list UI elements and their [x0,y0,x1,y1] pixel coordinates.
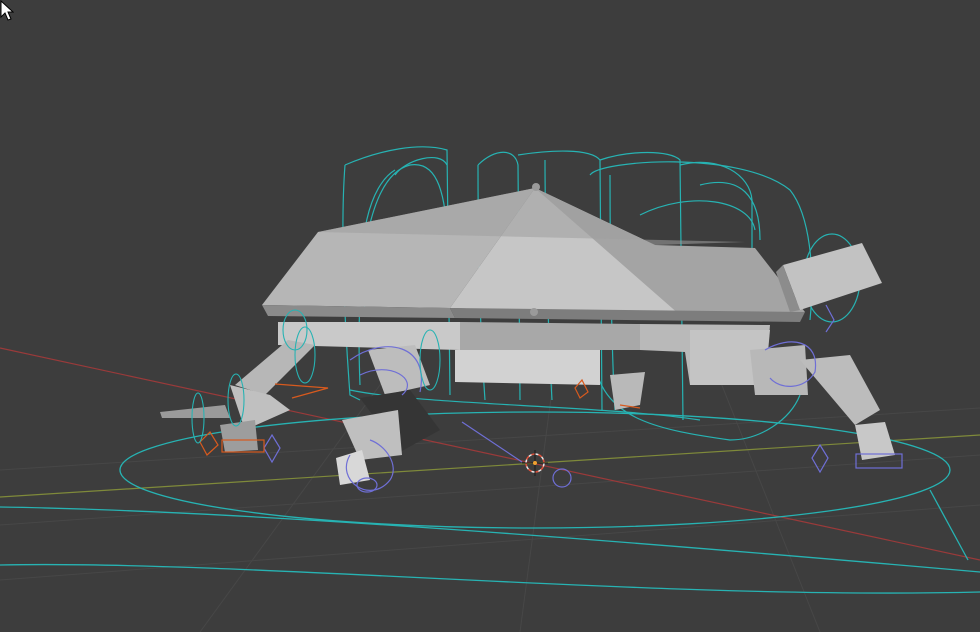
3d-viewport[interactable] [0,0,980,632]
origin-pivot-icon[interactable] [522,450,548,476]
viewport-canvas[interactable] [0,0,980,632]
mouse-cursor-icon [0,0,14,21]
robot-mesh[interactable] [160,183,895,485]
